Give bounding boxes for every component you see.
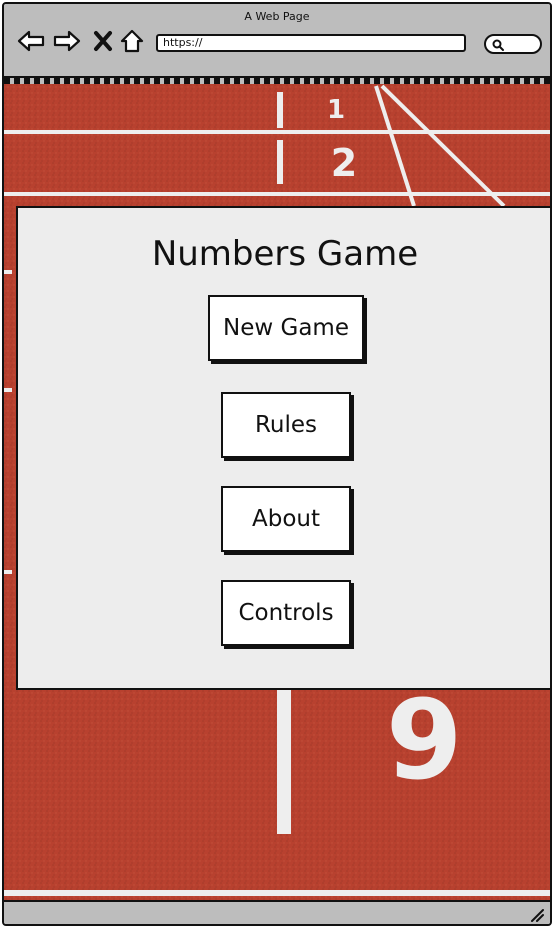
browser-toolbar: A Web Page https:// [4, 4, 550, 78]
forward-arrow-icon [53, 30, 81, 52]
window-title: A Web Page [244, 10, 310, 23]
page-viewport: 1 2 6 Numbers Game New Game Rules About … [4, 78, 550, 904]
stop-button[interactable] [88, 26, 118, 56]
track-number-6: 6 [386, 672, 463, 800]
back-arrow-icon [17, 30, 45, 52]
back-button[interactable] [16, 26, 46, 56]
forward-button[interactable] [52, 26, 82, 56]
search-icon [492, 39, 504, 51]
browser-window: A Web Page https:// 1 2 6 Numbers Game N… [2, 2, 552, 926]
rules-button[interactable]: Rules [221, 392, 351, 458]
home-button[interactable] [117, 26, 147, 56]
about-button[interactable]: About [221, 486, 351, 552]
home-icon [120, 29, 144, 53]
game-menu-panel: Numbers Game New Game Rules About Contro… [16, 206, 550, 690]
track-number-1: 1 [327, 95, 345, 125]
controls-button[interactable]: Controls [221, 580, 351, 646]
search-field[interactable] [484, 34, 542, 54]
close-icon [94, 31, 112, 51]
game-title: Numbers Game [151, 234, 419, 274]
track-number-2: 2 [331, 141, 357, 185]
new-game-button[interactable]: New Game [208, 295, 364, 361]
resize-grip-icon[interactable] [530, 908, 544, 922]
status-bar [4, 900, 550, 924]
page-top-border [4, 78, 550, 84]
address-bar[interactable]: https:// [156, 34, 466, 52]
